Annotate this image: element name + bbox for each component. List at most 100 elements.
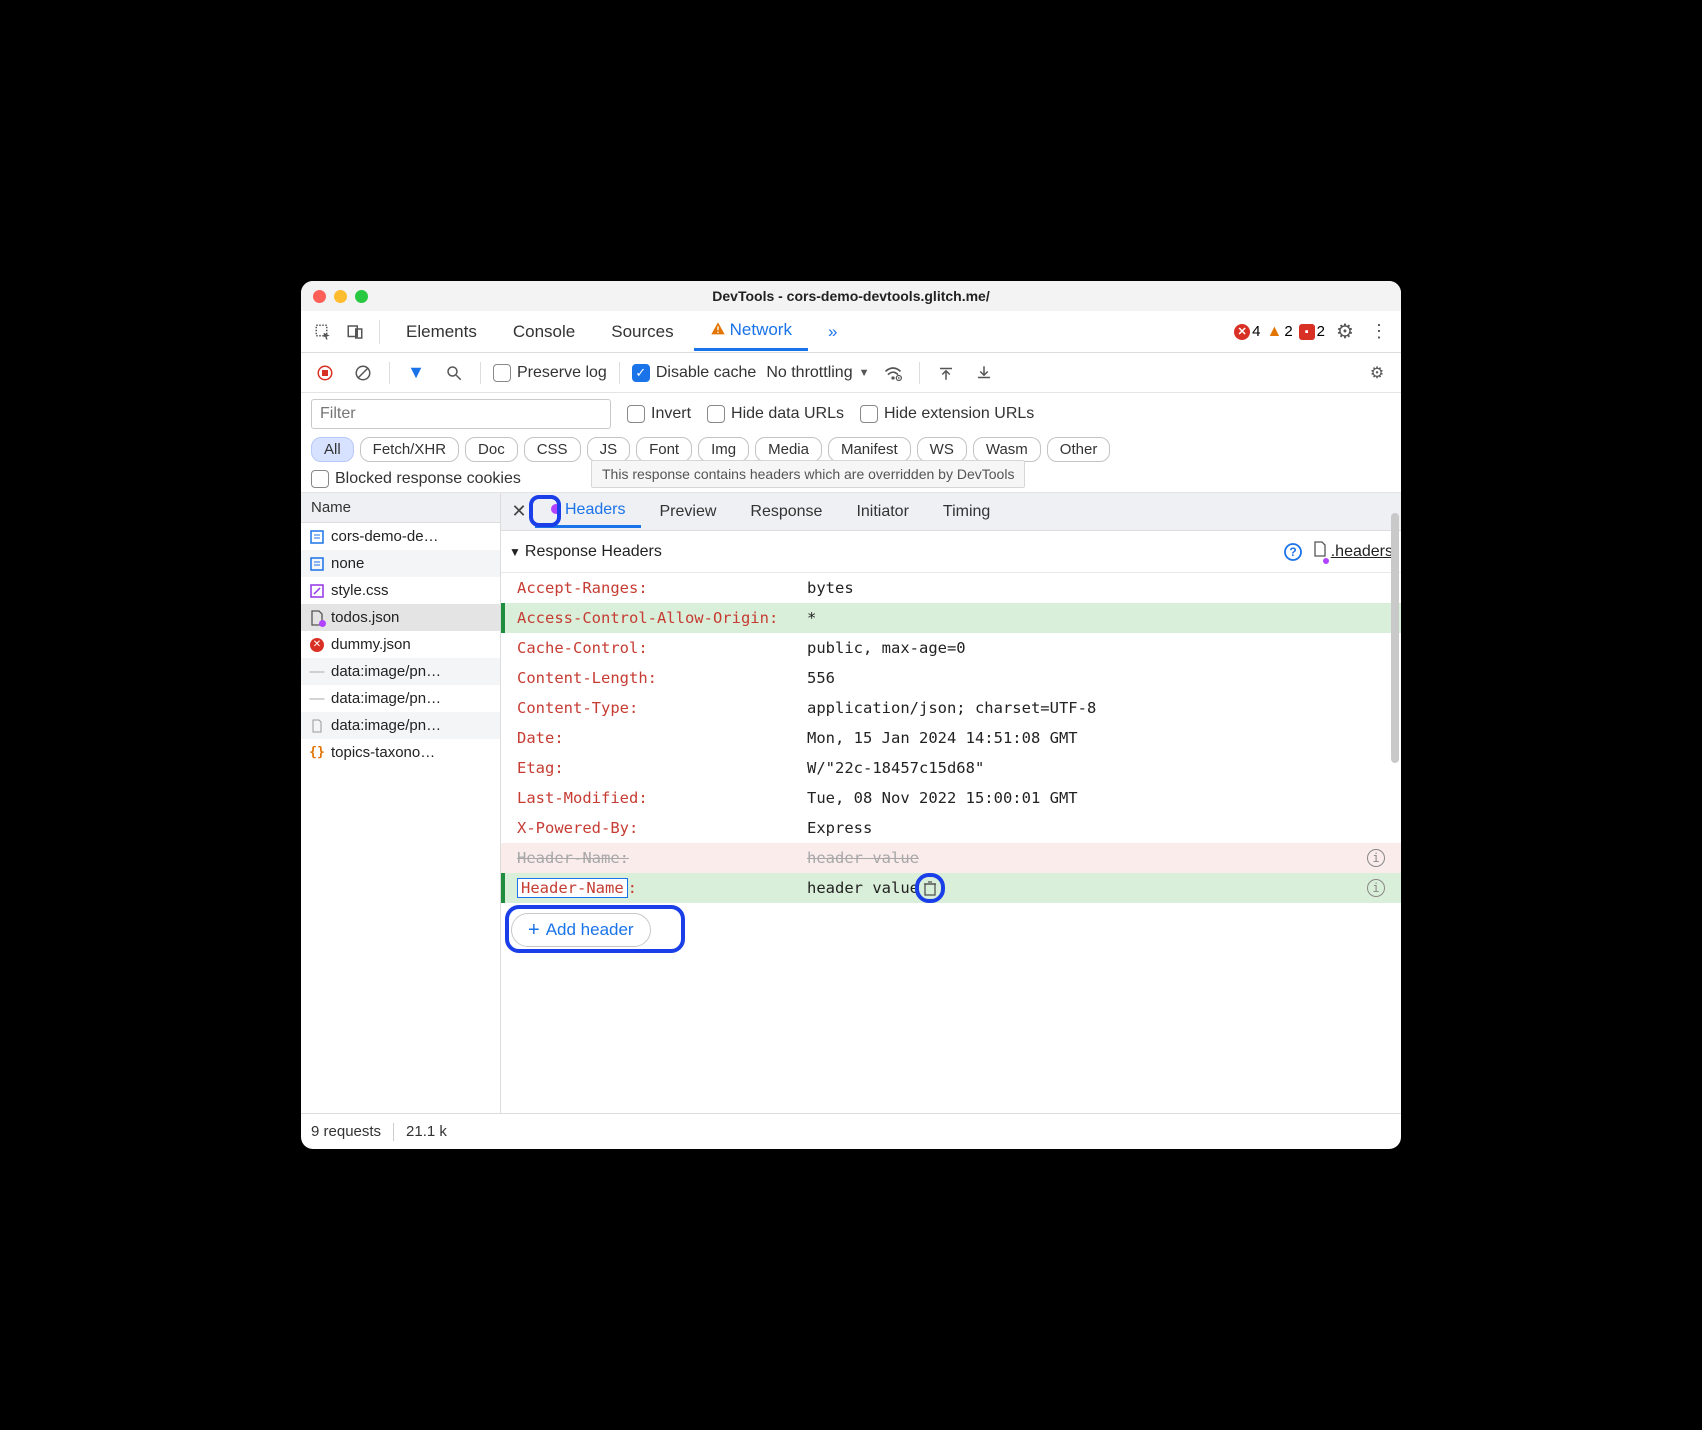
error-count-badge[interactable]: ✕4 [1234,323,1260,340]
detail-tab-headers[interactable]: Headers [535,495,641,528]
header-value: W/"22c-18457c15d68" [807,759,1385,777]
detail-tab-timing[interactable]: Timing [927,497,1006,527]
detail-tab-response[interactable]: Response [734,497,838,527]
add-header-button[interactable]: + Add header [511,913,651,947]
chip-manifest[interactable]: Manifest [828,437,911,462]
svg-text:?: ? [1289,545,1296,559]
tab-network[interactable]: Network [694,312,808,351]
request-name: data:image/pn… [331,690,441,707]
request-row[interactable]: style.css [301,577,500,604]
warning-count-badge[interactable]: ▲2 [1266,323,1292,341]
network-settings-icon[interactable]: ⚙ [1363,359,1391,387]
chip-media[interactable]: Media [755,437,822,462]
chip-all[interactable]: All [311,437,354,462]
error-icon: ✕ [309,637,325,653]
headers-file-link[interactable]: .headers [1313,541,1393,562]
header-value: Tue, 08 Nov 2022 15:00:01 GMT [807,789,1385,807]
preserve-log-checkbox[interactable]: Preserve log [493,364,607,382]
chip-css[interactable]: CSS [524,437,581,462]
search-icon[interactable] [440,359,468,387]
help-icon[interactable]: ? [1283,542,1303,562]
tab-console[interactable]: Console [497,314,591,350]
chip-js[interactable]: JS [587,437,631,462]
window-title: DevTools - cors-demo-devtools.glitch.me/ [301,288,1401,304]
header-key: Date: [517,729,807,747]
request-name: style.css [331,582,389,599]
close-details-button[interactable]: ✕ [505,498,533,526]
header-value-input[interactable]: header value [807,879,919,897]
request-name: data:image/pn… [331,663,441,680]
header-key: Last-Modified: [517,789,807,807]
header-value: Mon, 15 Jan 2024 14:51:08 GMT [807,729,1385,747]
details-pane: ✕ Headers Preview Response Initiator Tim… [501,493,1401,1113]
header-key: Header-Name: [517,849,807,867]
chip-fetch[interactable]: Fetch/XHR [360,437,459,462]
network-toolbar: ▼ Preserve log ✓Disable cache No throttl… [301,353,1401,393]
detail-tab-preview[interactable]: Preview [643,497,732,527]
info-icon[interactable]: i [1367,849,1385,867]
maximize-window-button[interactable] [355,290,368,303]
chip-img[interactable]: Img [698,437,749,462]
request-name: dummy.json [331,636,411,653]
import-har-icon[interactable] [932,359,960,387]
name-column-header[interactable]: Name [301,493,500,523]
header-key[interactable]: Access-Control-Allow-Origin: [517,609,807,627]
request-row[interactable]: cors-demo-de… [301,523,500,550]
header-key: Cache-Control: [517,639,807,657]
filter-input[interactable] [311,399,611,429]
header-value: bytes [807,579,1385,597]
request-row[interactable]: none [301,550,500,577]
device-toolbar-icon[interactable] [341,318,369,346]
devtools-tab-strip: Elements Console Sources Network » ✕4 ▲2… [301,311,1401,353]
request-row[interactable]: ✕ dummy.json [301,631,500,658]
response-headers-table: Accept-Ranges:bytes Access-Control-Allow… [501,573,1401,903]
chip-ws[interactable]: WS [917,437,967,462]
more-menu-icon[interactable]: ⋮ [1365,318,1393,346]
throttling-select[interactable]: No throttling▼ [766,364,869,382]
hide-extension-urls-checkbox[interactable]: Hide extension URLs [860,405,1034,423]
requests-pane: Name cors-demo-de… none style.css todos.… [301,493,501,1113]
disable-cache-checkbox[interactable]: ✓Disable cache [632,364,757,382]
more-tabs-button[interactable]: » [812,314,853,350]
header-key-input[interactable]: Header-Name: [517,879,807,897]
header-key: Content-Length: [517,669,807,687]
info-icon[interactable]: i [1367,879,1385,897]
request-name: todos.json [331,609,399,626]
request-name: none [331,555,364,572]
override-tooltip: This response contains headers which are… [591,460,1025,488]
tab-elements[interactable]: Elements [390,314,493,350]
request-row[interactable]: todos.json [301,604,500,631]
request-row[interactable]: — data:image/pn… [301,685,500,712]
inspect-element-icon[interactable] [309,318,337,346]
network-conditions-icon[interactable] [879,359,907,387]
request-row[interactable]: data:image/pn… [301,712,500,739]
filter-icon[interactable]: ▼ [402,359,430,387]
status-bar: 9 requests 21.1 k [301,1113,1401,1149]
export-har-icon[interactable] [970,359,998,387]
chip-font[interactable]: Font [636,437,692,462]
dash-icon: — [309,664,325,680]
header-value[interactable]: * [807,609,1385,627]
delete-header-icon[interactable] [921,879,939,897]
invert-checkbox[interactable]: Invert [627,405,691,423]
chip-wasm[interactable]: Wasm [973,437,1041,462]
request-row[interactable]: — data:image/pn… [301,658,500,685]
chip-doc[interactable]: Doc [465,437,518,462]
request-name: cors-demo-de… [331,528,439,545]
issue-count-badge[interactable]: ▪2 [1299,323,1325,340]
settings-icon[interactable]: ⚙ [1331,318,1359,346]
close-window-button[interactable] [313,290,326,303]
record-button[interactable] [311,359,339,387]
detail-tab-initiator[interactable]: Initiator [840,497,924,527]
blocked-response-cookies-checkbox[interactable]: Blocked response cookies [311,470,521,488]
response-headers-section[interactable]: ▼ Response Headers ? .headers [501,531,1401,573]
section-title-text: Response Headers [525,543,662,561]
hide-data-urls-checkbox[interactable]: Hide data URLs [707,405,844,423]
tab-sources[interactable]: Sources [595,314,689,350]
minimize-window-button[interactable] [334,290,347,303]
header-key: X-Powered-By: [517,819,807,837]
clear-button[interactable] [349,359,377,387]
scrollbar[interactable] [1391,513,1399,763]
request-row[interactable]: {} topics-taxono… [301,739,500,766]
chip-other[interactable]: Other [1047,437,1111,462]
